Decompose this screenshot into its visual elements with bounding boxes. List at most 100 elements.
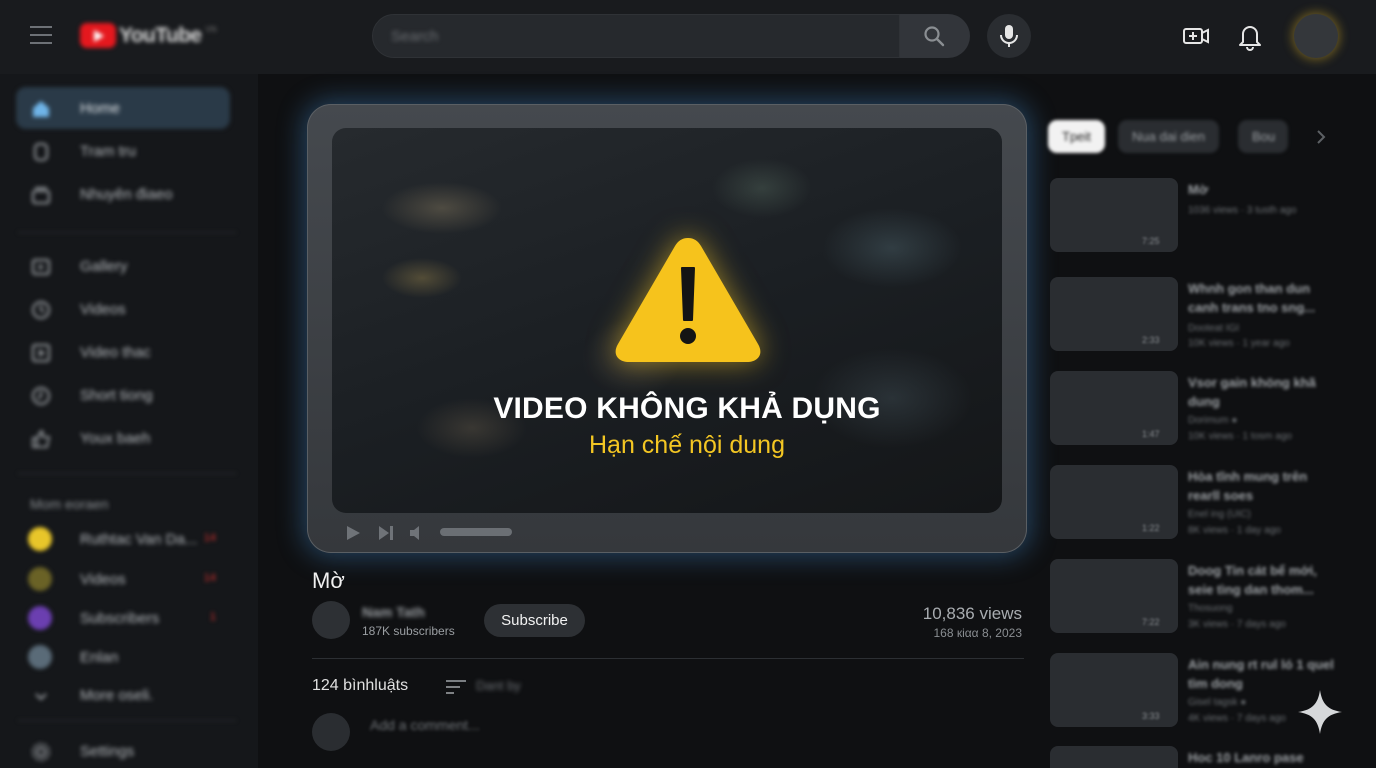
duration: 7:25 <box>1142 236 1160 246</box>
sidebar-divider <box>18 473 236 474</box>
sidebar-item-liked[interactable]: Youx baeh <box>16 417 230 459</box>
sidebar-divider <box>18 720 236 721</box>
library-icon <box>32 259 50 275</box>
sidebar-item-label: Settings <box>80 743 135 760</box>
duration: 7:22 <box>1142 617 1160 627</box>
duration: 2:33 <box>1142 335 1160 345</box>
chevron-down-icon <box>35 693 47 701</box>
sidebar-item-subscriptions[interactable]: Nhuyên điaeo <box>16 173 230 215</box>
recommended-video[interactable]: 7:22 Doog Tin cát bể mới, seie tìng dan … <box>1050 559 1350 639</box>
microphone-icon <box>1000 25 1018 47</box>
warning-icon <box>615 238 761 362</box>
sidebar-item-label: Gallery <box>80 258 128 275</box>
progress-bar[interactable] <box>440 528 512 536</box>
logo-text: YouTube <box>119 23 202 47</box>
restriction-subtitle: Hạn chế nội dung <box>589 431 785 459</box>
account-avatar[interactable] <box>1294 14 1338 58</box>
thumbnail <box>1050 746 1178 768</box>
create-button[interactable] <box>1181 21 1211 51</box>
channel-name[interactable]: Nam Tath <box>362 604 425 620</box>
home-icon <box>33 101 49 117</box>
channel-avatar[interactable] <box>312 601 350 639</box>
search-input[interactable]: Search <box>372 14 900 58</box>
rec-title: Whnh gon than dun canh trans tno sng... <box>1188 281 1316 315</box>
sidebar-show-more[interactable]: More oseli. <box>16 674 230 716</box>
volume-icon[interactable] <box>408 524 426 542</box>
sort-by-label[interactable]: Dant by <box>476 678 521 693</box>
comment-input[interactable]: Add a comment... <box>370 717 480 733</box>
history-icon <box>32 301 50 319</box>
sidebar-item-label: Tram tru <box>80 143 137 160</box>
gear-icon <box>32 743 50 761</box>
recommended-video[interactable]: 7:25 Mờ 1036 views · 3 tusth ago <box>1050 178 1350 258</box>
sidebar-channel[interactable]: Ruthtac Van Da... 14 <box>16 518 230 560</box>
sidebar-item-label: Video thac <box>80 344 151 361</box>
sidebar-item-gallery[interactable]: Gallery <box>16 245 230 287</box>
sparkle-icon <box>1298 690 1342 734</box>
rec-meta: 8K views · 1 day ago <box>1188 525 1281 536</box>
channel-avatar <box>28 527 52 551</box>
sidebar-item-home[interactable]: Home <box>16 87 230 129</box>
search-button[interactable] <box>900 14 970 58</box>
sidebar-item-settings[interactable]: Settings <box>16 730 230 768</box>
sidebar-channel[interactable]: Videos 14 <box>16 558 230 600</box>
play-icon[interactable] <box>344 524 362 542</box>
sidebar-item-label: Videos <box>80 301 126 318</box>
duration: 1:47 <box>1142 429 1160 439</box>
rec-title: Vsor gain khöng khã dung <box>1188 375 1316 409</box>
youtube-logo[interactable]: YouTube VN <box>80 23 217 48</box>
sort-icon[interactable] <box>446 679 466 695</box>
search-icon <box>924 26 945 47</box>
chip[interactable]: Nua dai dien <box>1118 120 1219 153</box>
user-avatar <box>312 713 350 751</box>
upload-date: 168 кіαα 8, 2023 <box>933 626 1022 640</box>
rec-title: Hoc 10 Lanro pase <box>1188 750 1304 765</box>
your-videos-icon <box>32 344 50 362</box>
divider <box>312 658 1024 659</box>
channel-avatar <box>28 606 52 630</box>
voice-search-button[interactable] <box>987 14 1031 58</box>
next-icon[interactable] <box>377 524 395 542</box>
sidebar-channel-label: Videos <box>80 571 126 588</box>
channel-badge: 14 <box>203 532 216 544</box>
play-logo-icon <box>80 23 116 48</box>
rec-meta: Dooteat IGI <box>1188 323 1240 334</box>
thumbs-up-icon <box>32 429 51 448</box>
bell-icon <box>1239 26 1261 51</box>
notifications-button[interactable] <box>1236 21 1264 51</box>
channel-avatar <box>28 645 52 669</box>
sidebar-item-watch-later[interactable]: Short tiong <box>16 374 230 416</box>
sidebar-item-label: More oseli. <box>80 687 154 704</box>
video-title: Mờ <box>312 568 345 593</box>
sidebar-item-videos[interactable]: Videos <box>16 288 230 330</box>
clock-icon <box>32 387 50 405</box>
rec-meta: Enel ing (UIC) <box>1188 509 1251 520</box>
sidebar-item-your-videos[interactable]: Video thac <box>16 331 230 373</box>
subscribe-button[interactable]: Subscribe <box>484 604 585 637</box>
recommended-video[interactable]: 2:33 Whnh gon than dun canh trans tno sn… <box>1050 277 1350 357</box>
sidebar: Home Tram tru Nhuyên điaeo Gallery Video… <box>0 74 258 768</box>
rec-meta: Thosuong <box>1188 603 1233 614</box>
recommended-video[interactable]: 1:47 Vsor gain khöng khã dung Dorimum ● … <box>1050 371 1350 451</box>
logo-region: VN <box>205 25 217 34</box>
subscriptions-icon <box>32 187 50 204</box>
video-add-icon <box>1183 28 1209 44</box>
sidebar-channel-label: Ruthtac Van Da... <box>80 531 198 548</box>
shorts-icon <box>34 143 48 161</box>
sidebar-channel[interactable]: Subscribers 1 <box>16 597 230 639</box>
top-bar: YouTube VN Search <box>0 0 1376 74</box>
chip[interactable]: Bou <box>1238 120 1288 153</box>
sidebar-item-shorts[interactable]: Tram tru <box>16 130 230 172</box>
recommended-video[interactable]: 1:22 Hòa tĩnh mung trên rearll soes Enel… <box>1050 465 1350 545</box>
rec-meta: 10K views · 1 year ago <box>1188 338 1290 349</box>
recommended-video[interactable]: Hoc 10 Lanro pase <box>1050 746 1350 768</box>
subscriptions-heading: Mom eoraen <box>30 496 109 512</box>
rec-meta: 3K views · 7 days ago <box>1188 619 1286 630</box>
channel-badge: 1 <box>209 611 216 623</box>
sidebar-channel[interactable]: Enlan <box>16 636 230 678</box>
sidebar-channel-label: Enlan <box>80 649 119 666</box>
rec-title: Doog Tin cát bể mới, seie tìng dan thom.… <box>1188 563 1317 597</box>
chip-all[interactable]: Tpeit <box>1048 120 1105 153</box>
chevron-right-icon[interactable] <box>1314 128 1328 146</box>
menu-icon[interactable] <box>30 26 52 44</box>
